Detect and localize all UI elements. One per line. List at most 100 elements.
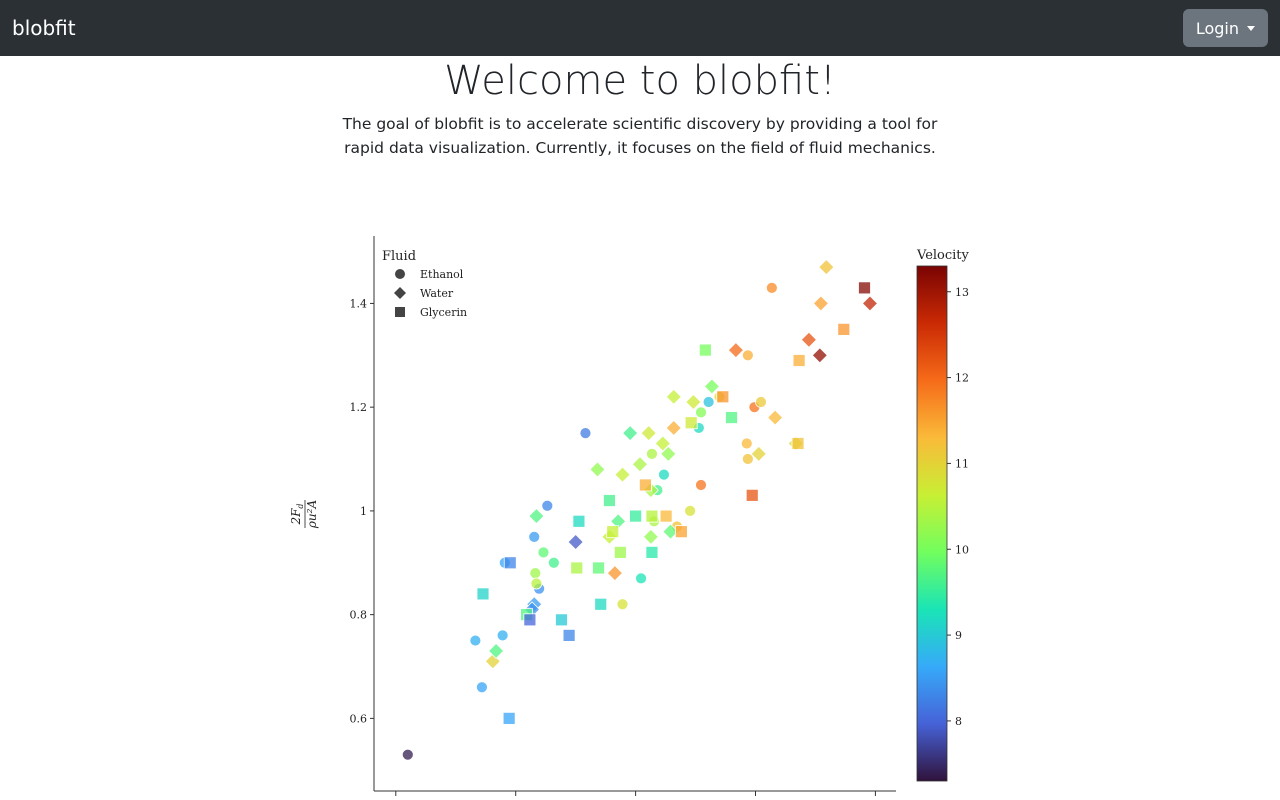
water-point xyxy=(642,528,659,545)
colorbar-tick-label: 11 xyxy=(955,457,969,470)
glycerin-point xyxy=(594,597,608,611)
ethanol-point xyxy=(579,427,592,440)
chart-marks xyxy=(401,259,879,761)
y-label-denominator: ρu²A xyxy=(305,500,319,530)
ethanol-point xyxy=(740,437,753,450)
ethanol-point xyxy=(496,629,509,642)
y-label-numerator: 2Fd xyxy=(289,503,305,525)
water-point xyxy=(528,508,545,525)
glycerin-point xyxy=(716,390,730,404)
ethanol-point xyxy=(702,396,715,408)
water-point xyxy=(606,565,623,582)
legend-title: Fluid xyxy=(382,249,416,264)
water-point xyxy=(861,295,879,312)
ethanol-point xyxy=(684,505,696,517)
ethanol-point xyxy=(658,468,670,481)
ethanol-point xyxy=(476,681,488,694)
colorbar-gradient xyxy=(916,265,948,782)
glycerin-point xyxy=(725,411,738,424)
legend-diamond-icon xyxy=(394,287,406,299)
glycerin-point xyxy=(476,587,490,601)
glycerin-point xyxy=(570,561,584,575)
water-point xyxy=(665,388,682,405)
ethanol-point xyxy=(765,281,778,294)
y-tick-label: 1.4 xyxy=(350,297,368,310)
chart-legend: Fluid Ethanol Water Glycerin xyxy=(382,249,467,319)
ethanol-point xyxy=(695,406,707,419)
legend-entry-label: Ethanol xyxy=(420,268,464,281)
ethanol-point xyxy=(635,572,647,585)
y-tick-label: 1 xyxy=(360,505,367,518)
colorbar: Velocity 8 9 10 11 12 13 xyxy=(916,248,970,782)
water-point xyxy=(631,456,649,473)
glycerin-point xyxy=(791,437,805,450)
water-point xyxy=(800,331,817,348)
y-tick-label: 1.2 xyxy=(350,401,368,414)
glycerin-point xyxy=(674,525,688,539)
ethanol-point xyxy=(695,479,707,491)
water-point xyxy=(640,425,657,442)
ethanol-point xyxy=(741,453,754,465)
ethanol-point xyxy=(401,748,414,761)
water-point xyxy=(622,425,639,442)
glycerin-point xyxy=(502,711,516,725)
y-label-sub: d xyxy=(296,503,305,508)
colorbar-tick-label: 13 xyxy=(955,286,969,299)
water-point xyxy=(811,347,828,364)
legend-circle-icon xyxy=(395,269,405,279)
y-label-fraction: 2Fd ρu²A xyxy=(289,500,319,530)
glycerin-point xyxy=(745,488,759,502)
glycerin-point xyxy=(523,613,537,627)
ethanol-point xyxy=(530,577,543,590)
colorbar-tick-label: 9 xyxy=(955,629,962,642)
glycerin-point xyxy=(613,546,627,559)
glycerin-point xyxy=(629,509,642,523)
legend-square-icon xyxy=(395,307,405,317)
water-point xyxy=(665,419,682,436)
colorbar-tick-label: 10 xyxy=(955,543,969,556)
ethanol-point xyxy=(537,546,550,559)
glycerin-point xyxy=(858,281,871,295)
scatter-chart: 0.6 0.8 1 1.2 1.4 2Fd ρu²A Fluid Ethanol Water G… xyxy=(289,236,970,796)
glycerin-point xyxy=(603,494,616,507)
ethanol-point xyxy=(541,499,554,512)
glycerin-point xyxy=(645,546,659,559)
glycerin-point xyxy=(639,478,652,492)
ethanol-point xyxy=(646,447,658,460)
water-point xyxy=(727,342,744,359)
glycerin-point xyxy=(606,525,620,539)
glycerin-point xyxy=(792,354,806,367)
glycerin-point xyxy=(698,343,712,357)
colorbar-tick-label: 8 xyxy=(955,715,962,728)
ethanol-point xyxy=(528,530,541,543)
glycerin-point xyxy=(503,556,517,570)
ethanol-point xyxy=(755,396,767,408)
glycerin-point xyxy=(592,561,605,575)
colorbar-tick-label: 12 xyxy=(955,372,969,385)
ethanol-point xyxy=(547,556,560,569)
ethanol-point xyxy=(616,598,629,611)
water-point xyxy=(567,533,584,551)
ethanol-point xyxy=(529,567,542,580)
colorbar-title: Velocity xyxy=(916,248,970,263)
y-axis-label: 2Fd ρu²A xyxy=(289,500,319,530)
glycerin-point xyxy=(659,509,673,523)
y-tick-label: 0.6 xyxy=(350,712,368,725)
water-point xyxy=(614,466,631,483)
glycerin-point xyxy=(562,628,576,642)
ethanol-point xyxy=(741,349,754,362)
glycerin-point xyxy=(555,613,568,627)
water-point xyxy=(812,295,829,312)
water-point xyxy=(767,409,784,426)
chart-axes: 0.6 0.8 1 1.2 1.4 xyxy=(350,236,896,796)
glycerin-point xyxy=(837,322,851,336)
y-tick-label: 0.8 xyxy=(350,609,368,622)
legend-entry-label: Water xyxy=(420,287,454,300)
glycerin-point xyxy=(572,514,586,528)
ethanol-point xyxy=(469,634,482,647)
glycerin-point xyxy=(645,509,659,523)
legend-entry-label: Glycerin xyxy=(420,306,467,319)
glycerin-point xyxy=(684,416,698,430)
water-point xyxy=(589,461,606,478)
water-point xyxy=(818,259,835,276)
